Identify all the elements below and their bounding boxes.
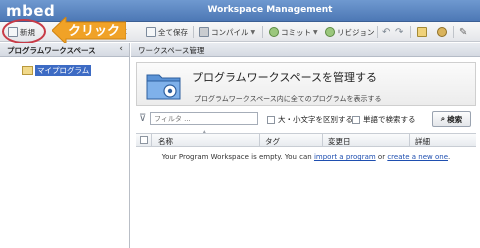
save-all-icon xyxy=(146,27,156,37)
toolbar-divider xyxy=(410,26,411,38)
chevron-down-icon: ▼ xyxy=(250,28,256,36)
program-workspace-panel: プログラムワークスペース ‹ マイプログラム xyxy=(0,43,130,248)
column-divider xyxy=(259,134,260,147)
revision-button[interactable]: リビジョン xyxy=(325,25,375,39)
highlight-ellipse xyxy=(2,19,46,44)
commit-button[interactable]: コミット ▼ xyxy=(269,25,318,39)
toolbar-divider xyxy=(193,26,194,38)
banner-subtitle: プログラムワークスペース内に全てのプログラムを表示する xyxy=(194,95,382,103)
undo-icon: ↶ xyxy=(382,26,391,38)
search-icon: ⌕ xyxy=(440,114,446,123)
compile-icon xyxy=(199,27,209,37)
create-new-program-link[interactable]: create a new one xyxy=(387,153,448,161)
toolbar-divider xyxy=(262,26,263,38)
tree-item-my-programs[interactable]: マイプログラム xyxy=(22,65,92,76)
empty-workspace-message: Your Program Workspace is empty. You can… xyxy=(136,153,476,161)
revision-label: リビジョン xyxy=(337,27,375,37)
save-all-button[interactable]: 全て保存 xyxy=(146,25,188,39)
revision-icon xyxy=(325,27,335,37)
tree-item-label: マイプログラム xyxy=(35,65,92,76)
compile-button[interactable]: コンパイル ▼ xyxy=(199,25,255,39)
library-icon xyxy=(437,27,447,37)
case-sensitive-checkbox[interactable]: 大・小文字を区別する xyxy=(267,114,353,125)
management-banner: プログラムワークスペースを管理する プログラムワークスペース内に全てのプログラム… xyxy=(136,62,476,106)
commit-icon xyxy=(269,27,279,37)
whole-word-label: 単語で検索する xyxy=(363,115,416,124)
column-divider xyxy=(409,134,410,147)
workspace-management-panel: ワークスペース管理 プログラムワークスペースを管理する プログラムワークスペース… xyxy=(131,43,480,248)
left-panel-header: プログラムワークスペース ‹ xyxy=(0,43,129,57)
import-program-link[interactable]: import a program xyxy=(314,153,376,161)
undo-button[interactable]: ↶ xyxy=(382,25,390,39)
commit-label: コミット xyxy=(281,27,311,37)
select-all-checkbox[interactable] xyxy=(140,136,148,144)
binoculars-icon xyxy=(417,27,427,37)
checkbox-box[interactable] xyxy=(352,115,360,124)
column-header-details[interactable]: 詳細 xyxy=(415,136,430,147)
filter-row: ⊽ 大・小文字を区別する 単語で検索する ⌕ 検索 xyxy=(136,111,476,127)
search-button-label: 検索 xyxy=(447,114,463,124)
program-table-header: 名称 タグ 変更日 詳細 xyxy=(136,133,476,147)
library-button[interactable] xyxy=(437,25,447,39)
column-divider xyxy=(151,134,152,147)
window-title: Workspace Management xyxy=(207,5,333,15)
column-header-name[interactable]: 名称 xyxy=(158,136,173,147)
right-panel-title: ワークスペース管理 xyxy=(138,46,205,55)
folder-icon xyxy=(22,66,33,75)
empty-text: Your Program Workspace is empty. You can xyxy=(161,153,314,161)
column-divider xyxy=(322,134,323,147)
search-button[interactable]: ⌕ 検索 xyxy=(432,111,471,127)
wrench-icon: ✎ xyxy=(459,26,468,38)
left-panel-title: プログラムワークスペース xyxy=(7,46,96,55)
workspace-folder-icon xyxy=(146,74,181,100)
whole-word-checkbox[interactable]: 単語で検索する xyxy=(352,114,416,125)
toolbar-divider xyxy=(377,26,378,38)
column-header-tags[interactable]: タグ xyxy=(265,136,280,147)
toolbar-divider xyxy=(453,26,454,38)
chevron-down-icon: ▼ xyxy=(313,28,318,36)
case-sensitive-label: 大・小文字を区別する xyxy=(278,115,353,124)
callout-text: クリック xyxy=(68,24,121,39)
filter-icon: ⊽ xyxy=(139,113,147,124)
checkbox-box[interactable] xyxy=(267,115,275,124)
right-panel-header: ワークスペース管理 xyxy=(131,43,480,57)
find-button[interactable] xyxy=(417,25,427,39)
redo-button[interactable]: ↷ xyxy=(395,25,403,39)
banner-title: プログラムワークスペースを管理する xyxy=(192,71,378,84)
empty-text: . xyxy=(448,153,451,161)
save-all-label: 全て保存 xyxy=(158,27,188,37)
redo-icon: ↷ xyxy=(395,26,404,38)
settings-button[interactable]: ✎ xyxy=(459,25,467,39)
empty-text: or xyxy=(375,153,388,161)
collapse-panel-icon[interactable]: ‹ xyxy=(119,44,123,54)
filter-input[interactable] xyxy=(150,112,258,125)
compile-label: コンパイル xyxy=(211,27,249,37)
column-header-modified[interactable]: 変更日 xyxy=(328,136,351,147)
